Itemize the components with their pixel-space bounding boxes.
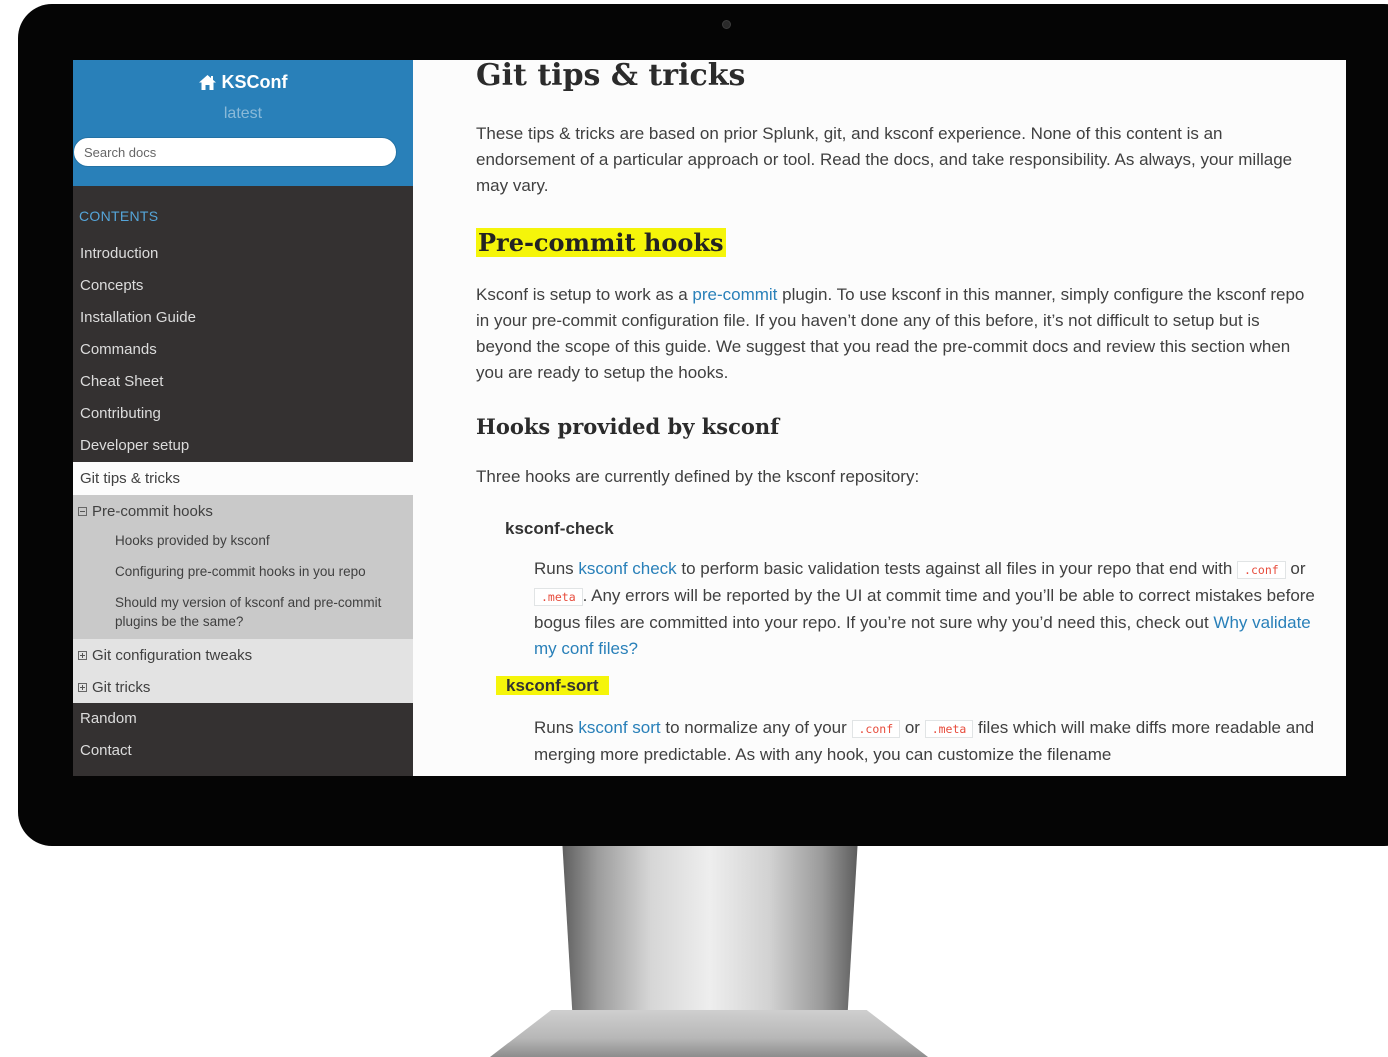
nav-random[interactable]: Random: [73, 703, 413, 735]
nav-developer-setup[interactable]: Developer setup: [73, 430, 413, 462]
nav-git-tips-current[interactable]: Git tips & tricks: [73, 462, 413, 495]
nav-commands[interactable]: Commands: [73, 334, 413, 366]
text-span: to perform basic validation tests agains…: [676, 559, 1238, 578]
code-meta: .meta: [924, 720, 974, 738]
nav-contributing[interactable]: Contributing: [73, 398, 413, 430]
monitor-stand-base: [490, 1010, 928, 1057]
text-span: to normalize any of your: [660, 718, 852, 737]
term-ksconf-sort-text: ksconf-sort: [496, 676, 609, 695]
code-conf: .conf: [1237, 561, 1286, 579]
nav-pre-commit-hooks[interactable]: Pre-commit hooks: [73, 495, 413, 527]
text-span: or: [900, 718, 925, 737]
screen: KSConf latest CONTENTS Introduction Conc…: [73, 60, 1346, 776]
check-description: Runs ksconf check to perform basic valid…: [534, 556, 1316, 662]
term-ksconf-check: ksconf-check: [505, 519, 614, 538]
brand-link[interactable]: KSConf: [198, 72, 288, 93]
text-span: . Any errors will be reported by the UI …: [534, 586, 1315, 632]
collapse-icon[interactable]: [78, 506, 87, 516]
camera-icon: [722, 20, 731, 29]
nav-pre-commit-hooks-label: Pre-commit hooks: [92, 502, 213, 520]
section-heading: Pre-commit hooks: [476, 228, 726, 257]
section-heading-text: Pre-commit hooks: [476, 228, 726, 257]
intro-paragraph: These tips & tricks are based on prior S…: [476, 124, 1293, 195]
nav-configuring-hooks[interactable]: Configuring pre-commit hooks in you repo: [73, 562, 413, 581]
version-label: latest: [223, 105, 263, 122]
sidebar-header: KSConf latest: [73, 60, 413, 186]
text-span: Runs: [534, 718, 579, 737]
code-conf: .conf: [851, 720, 901, 738]
term-ksconf-sort: ksconf-sort: [496, 676, 609, 696]
nav-hooks-provided[interactable]: Hooks provided by ksconf: [73, 531, 413, 550]
contents-caption: CONTENTS: [79, 208, 159, 224]
text-span: Runs: [534, 559, 579, 578]
nav-installation-guide[interactable]: Installation Guide: [73, 302, 413, 334]
pre-commit-link[interactable]: pre-commit: [692, 285, 777, 304]
monitor-stand-neck: [562, 838, 858, 1038]
hooks-heading: Hooks provided by ksconf: [476, 414, 780, 439]
text-span: Ksconf is setup to work as a: [476, 285, 693, 304]
nav-concepts[interactable]: Concepts: [73, 270, 413, 302]
ksconf-sort-link[interactable]: ksconf sort: [578, 718, 660, 737]
precommit-paragraph: Ksconf is setup to work as a pre-commit …: [476, 282, 1316, 386]
nav-cheat-sheet[interactable]: Cheat Sheet: [73, 366, 413, 398]
home-icon: [198, 75, 216, 90]
sidebar: KSConf latest CONTENTS Introduction Conc…: [73, 60, 413, 776]
search-input[interactable]: [73, 137, 397, 167]
hooks-intro: Three hooks are currently defined by the…: [476, 467, 920, 486]
brand-name: KSConf: [221, 72, 288, 92]
nav-introduction[interactable]: Introduction: [73, 238, 413, 270]
page-title: Git tips & tricks: [476, 60, 746, 93]
nav-git-configuration-tweaks-label: Git configuration tweaks: [92, 646, 253, 664]
nav-subsection-list: Hooks provided by ksconf Configuring pre…: [73, 527, 413, 639]
nav-git-tricks-label: Git tricks: [92, 678, 151, 696]
nav-contact[interactable]: Contact: [73, 735, 413, 767]
nav-version-same[interactable]: Should my version of ksconf and pre-comm…: [73, 593, 413, 631]
nav-git-tricks[interactable]: Git tricks: [73, 671, 413, 703]
nav-git-configuration-tweaks[interactable]: Git configuration tweaks: [73, 639, 413, 671]
expand-icon[interactable]: [78, 650, 87, 660]
ksconf-check-link[interactable]: ksconf check: [578, 559, 676, 578]
sort-description: Runs ksconf sort to normalize any of you…: [534, 715, 1316, 768]
expand-icon[interactable]: [78, 682, 87, 692]
code-meta: .meta: [534, 588, 583, 606]
text-span: or: [1285, 559, 1306, 578]
